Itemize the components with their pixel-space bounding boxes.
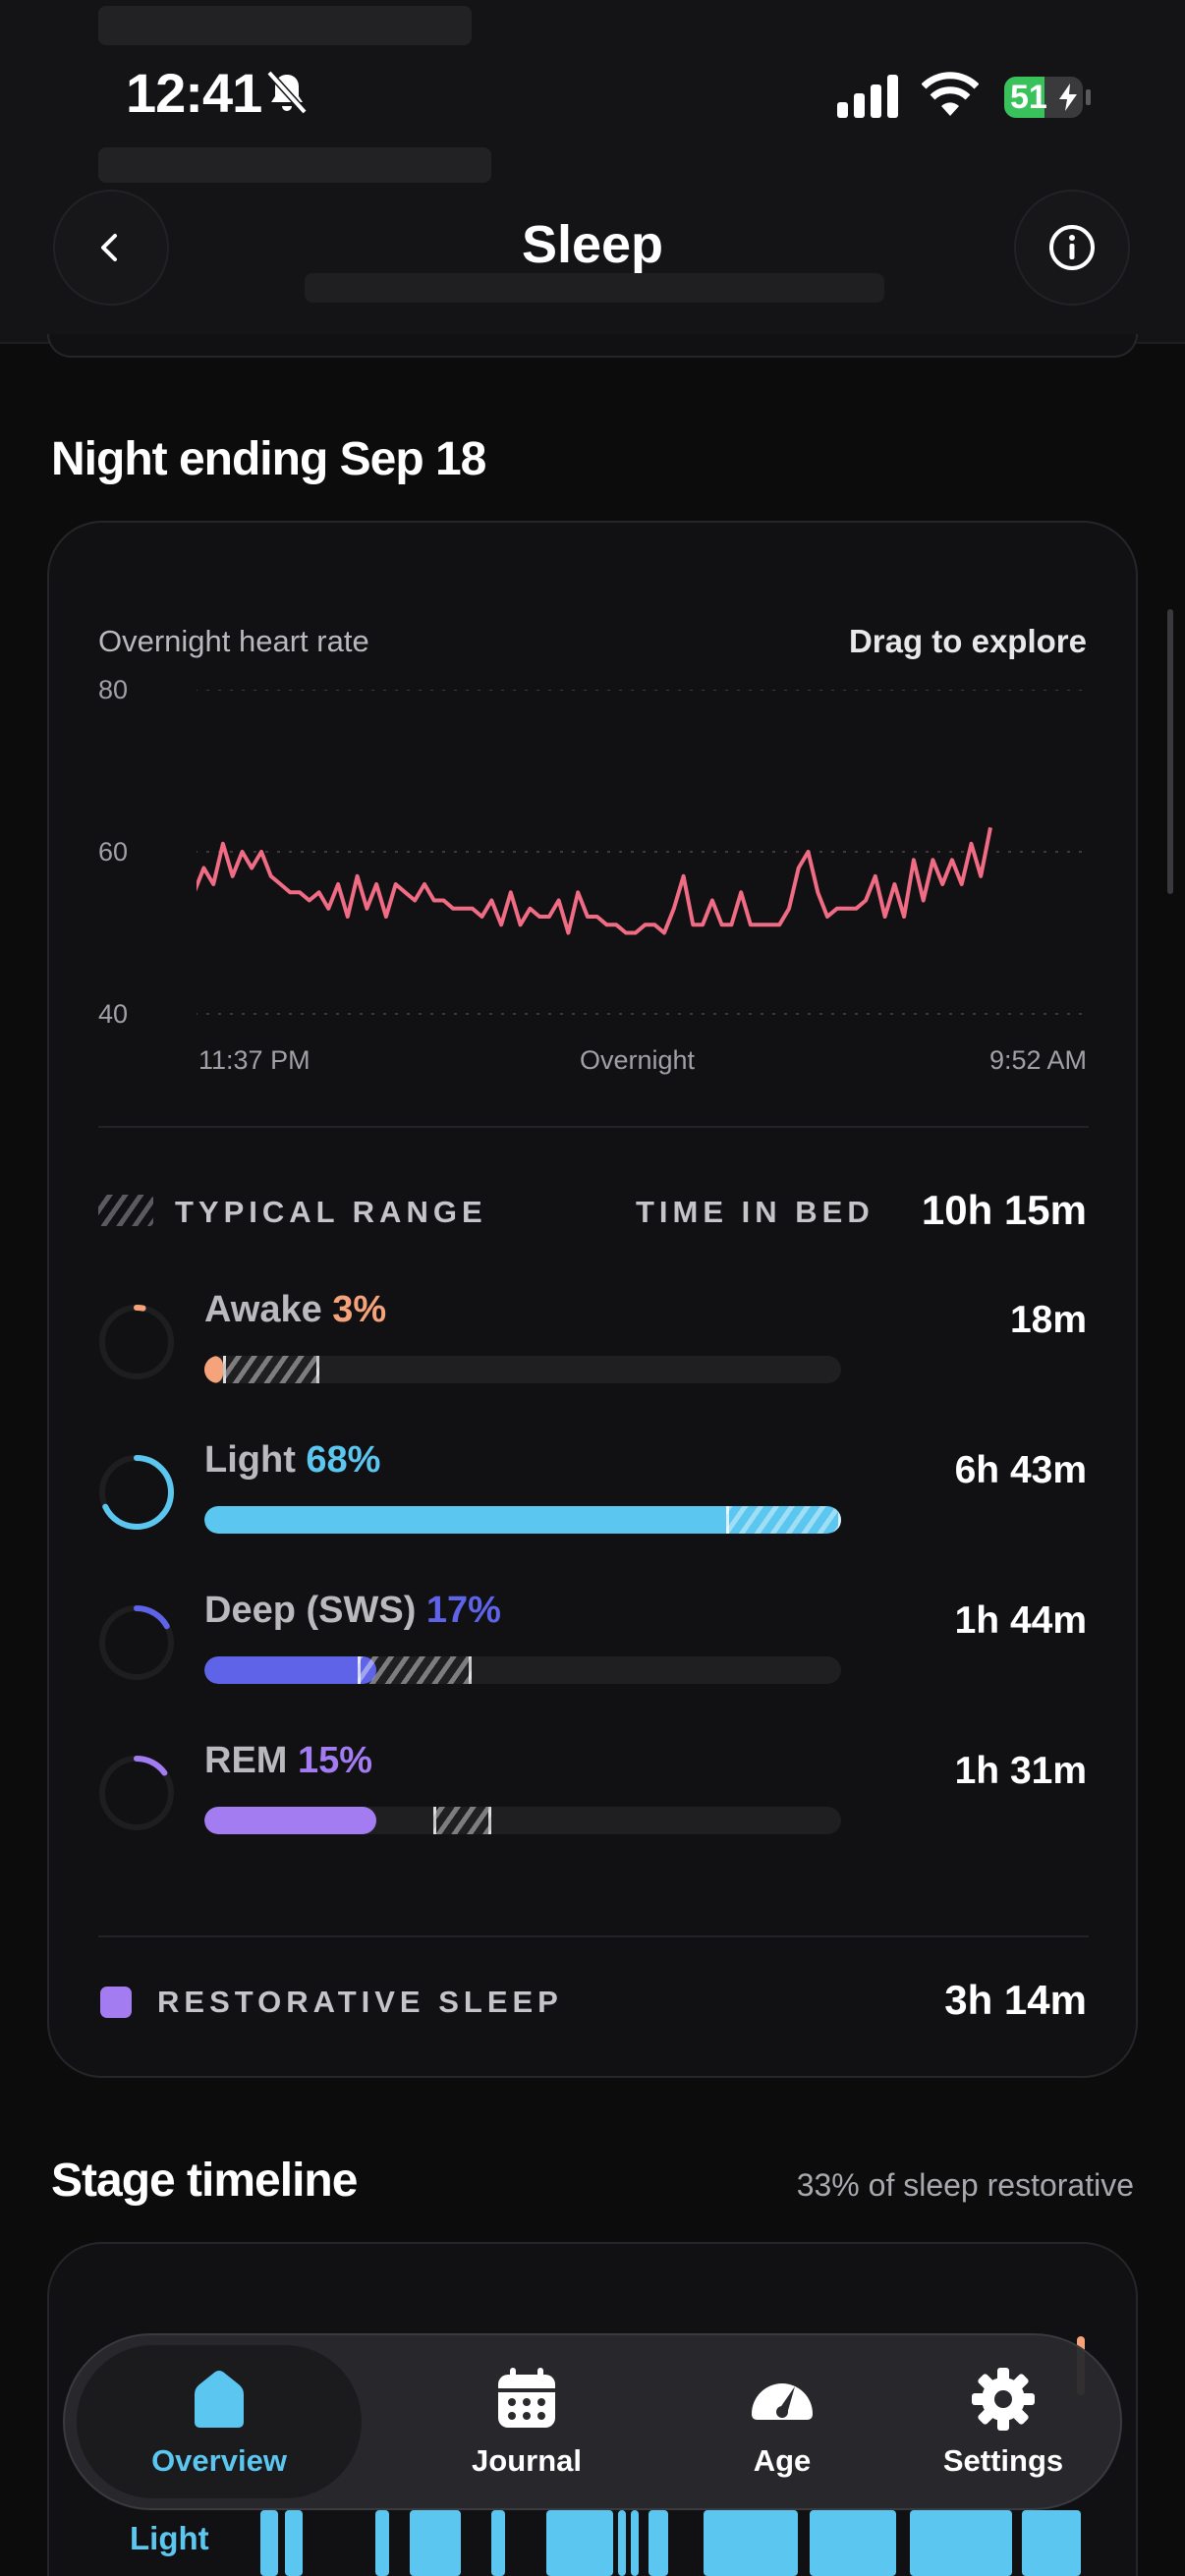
gauge-icon bbox=[752, 2383, 813, 2420]
stage-percent: 68% bbox=[306, 1439, 381, 1481]
typical-range-label: TYPICAL RANGE bbox=[175, 1195, 487, 1229]
heart-rate-line bbox=[197, 826, 992, 935]
stage-label-deep-sws: Deep (SWS) 17% bbox=[204, 1590, 501, 1632]
top-bar: 12:41 51 Sleep bbox=[0, 0, 1185, 344]
tab-label: Settings bbox=[942, 2443, 1064, 2478]
drag-hint[interactable]: Drag to explore bbox=[849, 623, 1087, 660]
gear-icon bbox=[972, 2368, 1035, 2431]
stage-name: Awake bbox=[204, 1289, 333, 1330]
timeline-segment bbox=[810, 2510, 896, 2576]
time-in-bed-value: 10h 15m bbox=[921, 1187, 1087, 1233]
timeline-segment bbox=[260, 2510, 278, 2576]
stage-duration: 18m bbox=[1009, 1299, 1087, 1341]
stage-duration: 1h 31m bbox=[954, 1750, 1087, 1792]
stage-label-rem: REM 15% bbox=[204, 1740, 372, 1782]
tab-settings[interactable]: Settings bbox=[900, 2345, 1106, 2498]
ghost-row bbox=[98, 147, 491, 183]
tab-label: Overview bbox=[151, 2443, 287, 2478]
ghost-row bbox=[98, 6, 472, 45]
page-title: Sleep bbox=[521, 215, 664, 274]
timeline-row-label: Light bbox=[130, 2520, 209, 2556]
time-in-bed-label: TIME IN BED bbox=[636, 1195, 875, 1229]
cellular-signal-icon bbox=[837, 75, 898, 118]
timeline-segment bbox=[491, 2510, 505, 2576]
timeline-segment bbox=[285, 2510, 303, 2576]
battery-level: 51 bbox=[1010, 79, 1047, 116]
x-tick-label: 11:37 PM bbox=[198, 1045, 310, 1075]
info-icon bbox=[1049, 225, 1095, 270]
divider bbox=[98, 1126, 1089, 1128]
charging-bolt-icon bbox=[1059, 84, 1077, 111]
typical-range-swatch bbox=[98, 1195, 153, 1226]
battery-indicator: 51 bbox=[1004, 77, 1091, 118]
heart-rate-chart[interactable] bbox=[197, 690, 1091, 1024]
timeline-segment bbox=[546, 2510, 613, 2576]
typical-range-band bbox=[726, 1506, 841, 1534]
stage-ring-icon bbox=[99, 1455, 174, 1530]
chart-label: Overnight heart rate bbox=[98, 624, 369, 658]
timeline-segment bbox=[631, 2510, 639, 2576]
timeline-segment bbox=[910, 2510, 1012, 2576]
restorative-value: 3h 14m bbox=[944, 1977, 1087, 2023]
stage-ring-icon bbox=[99, 1305, 174, 1379]
stage-bar-fill bbox=[204, 1807, 376, 1834]
bell-slash-icon bbox=[266, 70, 308, 115]
stage-ring-icon bbox=[99, 1756, 174, 1830]
home-icon bbox=[195, 2371, 244, 2428]
tab-overview[interactable]: Overview bbox=[77, 2345, 362, 2498]
stage-ring-icon bbox=[99, 1605, 174, 1680]
stage-percent: 3% bbox=[332, 1289, 387, 1330]
wifi-icon bbox=[922, 72, 979, 116]
tab-journal[interactable]: Journal bbox=[389, 2345, 664, 2498]
timeline-segment bbox=[410, 2510, 461, 2576]
tab-age[interactable]: Age bbox=[654, 2345, 910, 2498]
stage-bar-awake bbox=[204, 1356, 841, 1383]
divider bbox=[98, 1935, 1089, 1937]
restorative-label: RESTORATIVE SLEEP bbox=[157, 1985, 563, 2019]
sleep-summary-card: Overnight heart rate Drag to explore 80 … bbox=[47, 521, 1138, 2078]
stage-duration: 1h 44m bbox=[954, 1599, 1087, 1642]
stage-timeline-subtitle: 33% of sleep restorative bbox=[796, 2167, 1134, 2203]
stage-bar-rem bbox=[204, 1807, 841, 1834]
scroll-indicator[interactable] bbox=[1167, 609, 1173, 894]
stage-percent: 17% bbox=[425, 1590, 501, 1631]
typical-range-band bbox=[433, 1807, 491, 1834]
calendar-icon bbox=[498, 2368, 555, 2428]
timeline-segment bbox=[649, 2510, 668, 2576]
timeline-segment bbox=[704, 2510, 798, 2576]
timeline-segment bbox=[375, 2510, 389, 2576]
tab-label: Age bbox=[753, 2443, 812, 2478]
stage-duration: 6h 43m bbox=[954, 1449, 1087, 1491]
tab-label: Journal bbox=[472, 2443, 582, 2478]
typical-range-band bbox=[357, 1656, 473, 1684]
x-tick-label: Overnight bbox=[580, 1045, 696, 1075]
stage-bar-deep-sws bbox=[204, 1656, 841, 1684]
stage-timeline-title: Stage timeline bbox=[51, 2155, 358, 2207]
bottom-tab-bar: Overview Journal Age Settings bbox=[63, 2333, 1122, 2510]
stage-name: REM bbox=[204, 1740, 298, 1781]
timeline-segment bbox=[618, 2510, 626, 2576]
previous-card-edge bbox=[47, 334, 1138, 358]
restorative-swatch bbox=[100, 1987, 132, 2018]
info-button[interactable] bbox=[1014, 190, 1130, 306]
y-tick-label: 40 bbox=[98, 999, 129, 1029]
x-tick-label: 9:52 AM bbox=[988, 1045, 1087, 1075]
status-time: 12:41 bbox=[126, 62, 262, 124]
stage-bar-fill bbox=[204, 1656, 376, 1684]
timeline-segment bbox=[1022, 2510, 1081, 2576]
y-tick-label: 60 bbox=[98, 837, 129, 867]
stage-bar-light bbox=[204, 1506, 841, 1534]
stage-percent: 15% bbox=[298, 1740, 373, 1781]
ghost-legend bbox=[305, 273, 884, 303]
stage-bar-fill bbox=[204, 1356, 224, 1383]
night-section-title: Night ending Sep 18 bbox=[51, 433, 486, 485]
stage-name: Light bbox=[204, 1439, 307, 1481]
stage-label-awake: Awake 3% bbox=[204, 1289, 386, 1331]
typical-range-band bbox=[223, 1356, 319, 1383]
stage-label-light: Light 68% bbox=[204, 1439, 380, 1482]
stage-name: Deep (SWS) bbox=[204, 1590, 426, 1631]
y-tick-label: 80 bbox=[98, 675, 129, 704]
